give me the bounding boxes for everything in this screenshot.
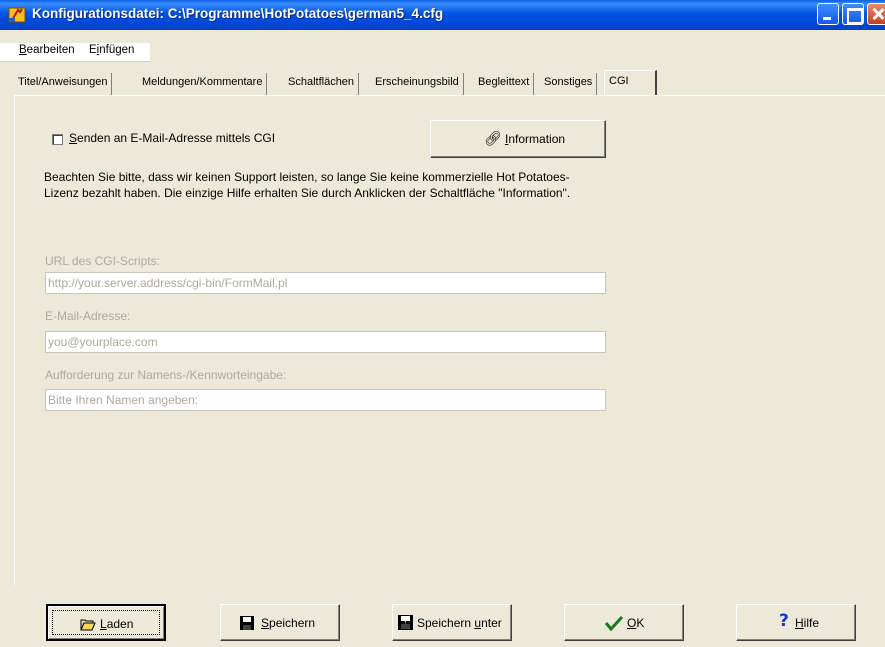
laden-label: Laden	[100, 617, 134, 631]
hilfe-label: Hilfe	[795, 616, 820, 630]
tab-schaltflaechen[interactable]: Schaltflächen	[284, 73, 360, 95]
tab-titel-anweisungen[interactable]: Titel/Anweisungen	[14, 73, 113, 95]
tab-meldungen-kommentare[interactable]: Meldungen/Kommentare	[138, 73, 268, 95]
email-label: E-Mail-Adresse:	[45, 309, 131, 323]
tab-panel-border	[14, 95, 885, 96]
minimize-button[interactable]	[817, 3, 839, 25]
ok-button[interactable]: OK	[564, 604, 684, 641]
speichern-label: Speichern	[261, 616, 316, 630]
menu-einfuegen-label: nfügen	[99, 44, 135, 56]
support-notice: Beachten Sie bitte, dass wir keinen Supp…	[44, 170, 571, 200]
send-cgi-checkbox-label[interactable]: Senden an E-Mail-Adresse mittels CGI	[69, 131, 275, 145]
floppy-disk-icon	[240, 616, 254, 630]
window-title: Konfigurationsdatei: C:\Programme\HotPot…	[32, 6, 444, 21]
information-button-label: Information	[505, 132, 566, 146]
menu-bearbeiten[interactable]: Bearbeiten	[19, 44, 75, 56]
name-prompt-field[interactable]: Bitte Ihren Namen angeben:	[45, 389, 606, 411]
tab-sonstiges[interactable]: Sonstiges	[540, 73, 598, 95]
config-window: Konfigurationsdatei: C:\Programme\HotPot…	[0, 0, 885, 647]
ok-label: OK	[627, 616, 645, 630]
menu-einfuegen[interactable]: Einfügen	[89, 44, 134, 56]
svg-text:?: ?	[404, 618, 408, 626]
close-button[interactable]	[867, 3, 885, 25]
maximize-button[interactable]	[842, 3, 864, 25]
tab-begleittext[interactable]: Begleittext	[474, 73, 535, 95]
title-bar[interactable]: Konfigurationsdatei: C:\Programme\HotPot…	[0, 0, 885, 30]
checkmark-icon	[605, 615, 623, 631]
chain-link-icon: 🔗︎	[484, 131, 502, 147]
floppy-disk-save-as-icon: ?	[398, 615, 413, 630]
send-cgi-label-rest: enden an E-Mail-Adresse mittels CGI	[77, 131, 276, 145]
laden-button[interactable]: Laden	[46, 604, 166, 641]
email-field[interactable]: you@yourplace.com	[45, 331, 606, 353]
tab-cgi[interactable]: CGI	[604, 70, 657, 95]
menu-bearbeiten-label: earbeiten	[26, 44, 75, 56]
information-button[interactable]: 🔗︎ Information	[430, 120, 606, 158]
send-cgi-checkbox[interactable]	[52, 134, 63, 145]
question-mark-icon: ?	[779, 611, 789, 631]
tab-panel-border-left	[14, 95, 15, 585]
speichern-unter-label: Speichern unter	[417, 616, 502, 630]
tab-erscheinungsbild[interactable]: Erscheinungsbild	[371, 73, 464, 95]
open-folder-icon	[80, 619, 96, 631]
speichern-button[interactable]: Speichern	[220, 604, 340, 641]
hotpotatoes-config-icon	[8, 7, 26, 23]
hilfe-button[interactable]: ? Hilfe	[736, 604, 856, 641]
cgi-url-label: URL des CGI-Scripts:	[45, 254, 160, 268]
cgi-url-field[interactable]: http://your.server.address/cgi-bin/FormM…	[45, 272, 606, 294]
speichern-unter-button[interactable]: ? Speichern unter	[392, 604, 512, 641]
name-prompt-label: Aufforderung zur Namens-/Kennworteingabe…	[45, 368, 287, 382]
